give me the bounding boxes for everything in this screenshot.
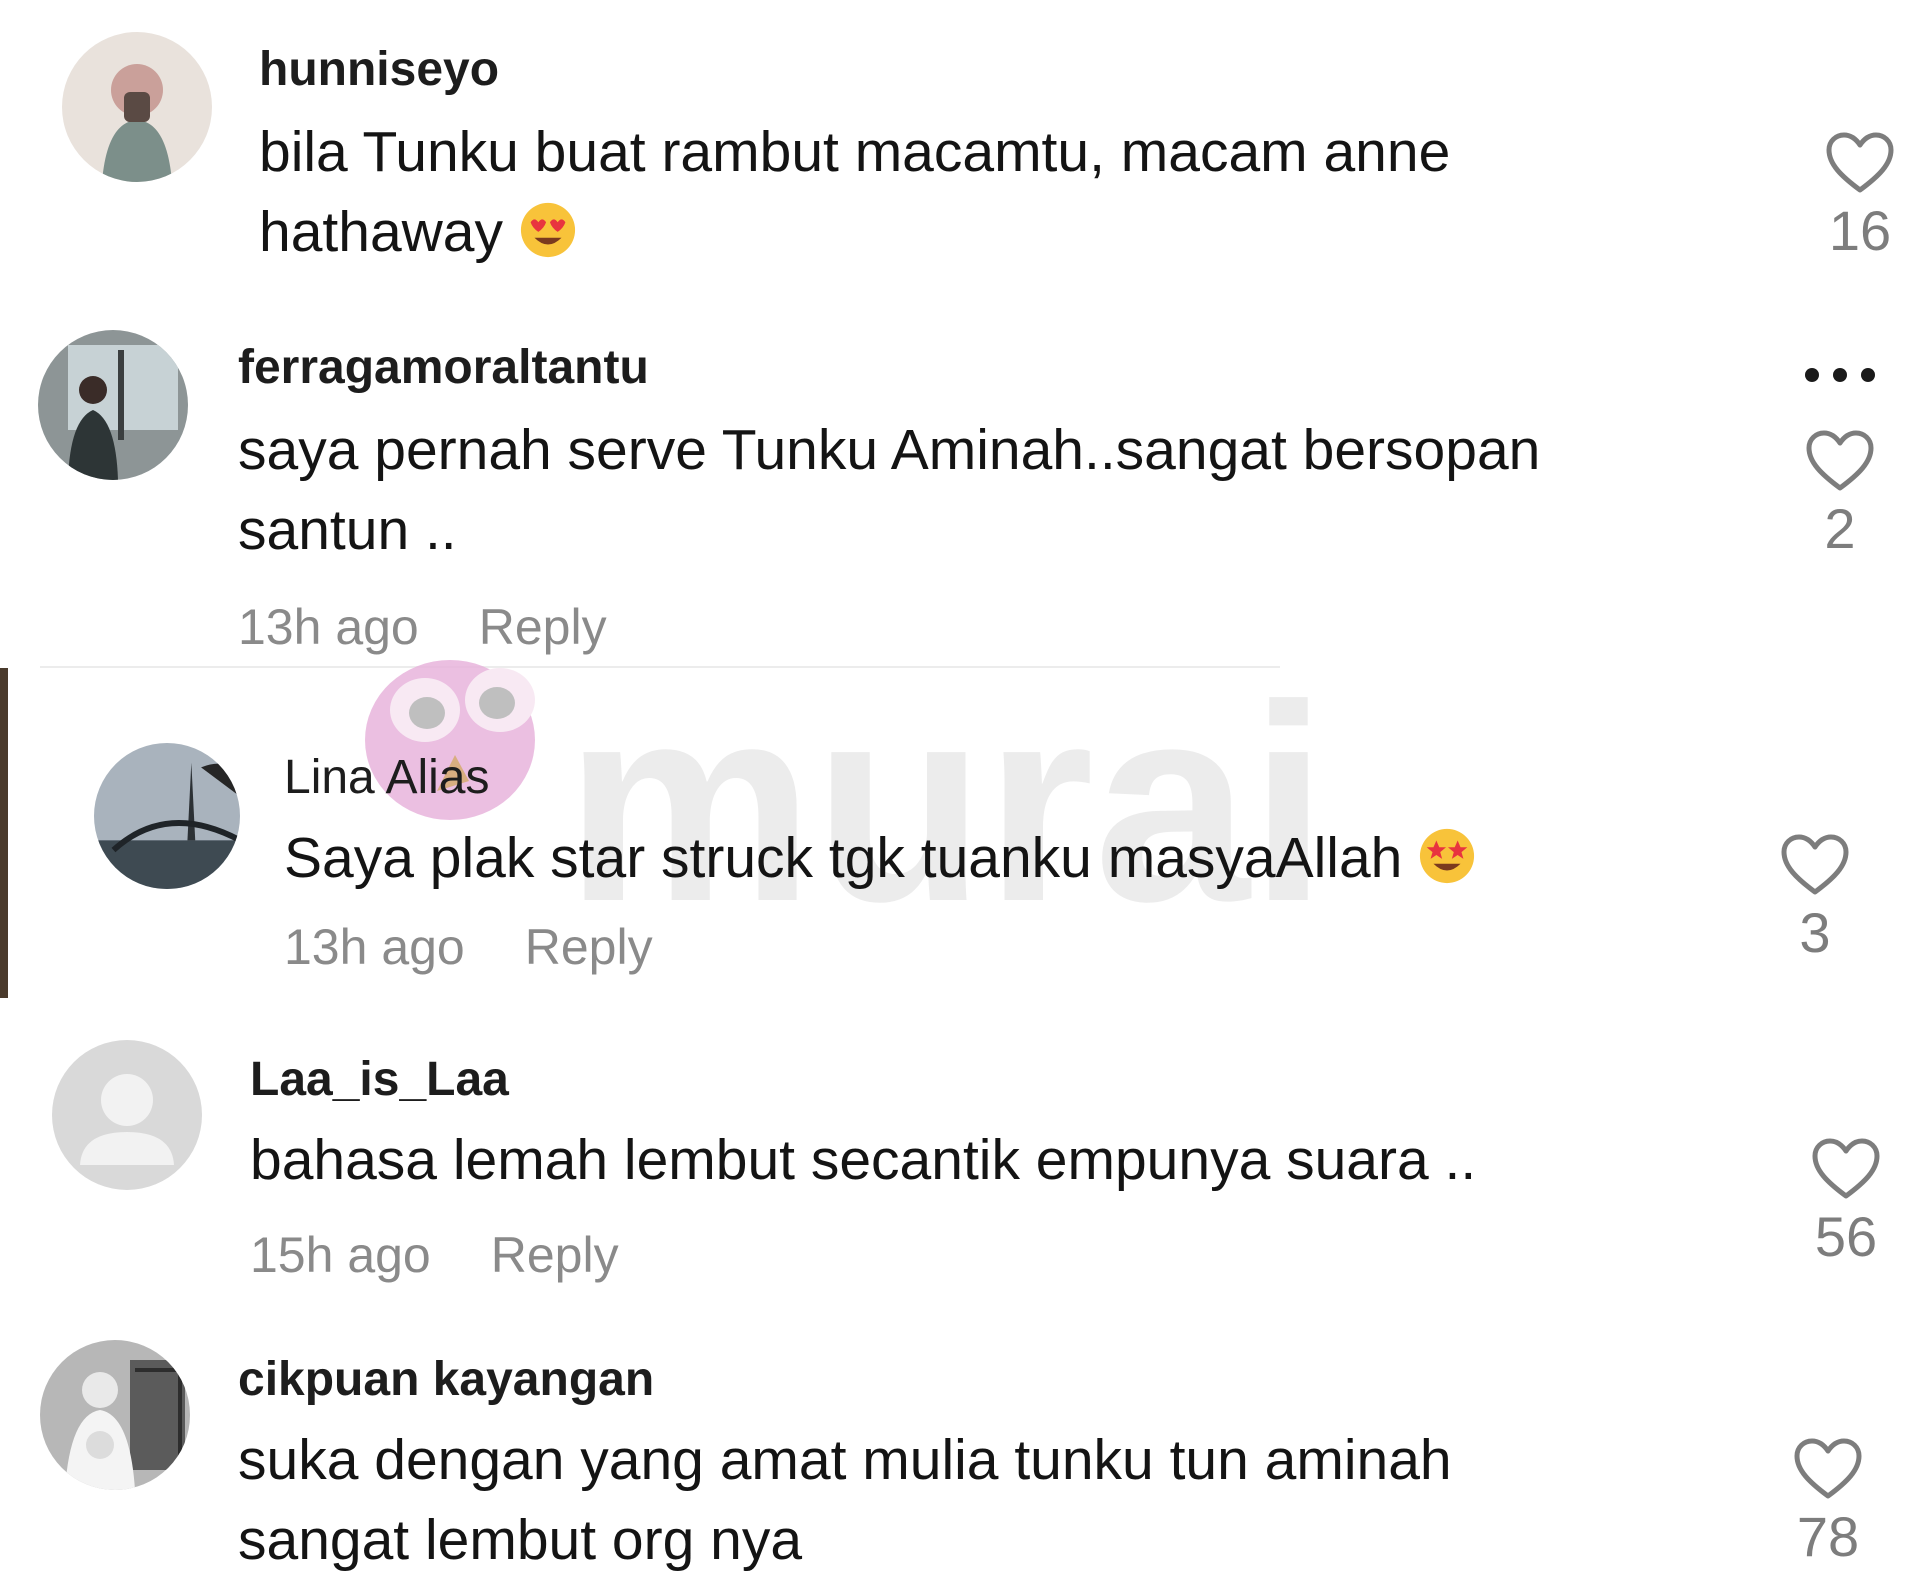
heart-icon	[1781, 834, 1849, 895]
comment-text-content: bila Tunku buat rambut macamtu, macam an…	[259, 120, 1451, 264]
reply-button[interactable]: Reply	[491, 1227, 619, 1283]
like-count: 78	[1796, 1505, 1860, 1568]
comment-text: bahasa lemah lembut secantik empunya sua…	[250, 1128, 1477, 1192]
avatar-image	[38, 330, 188, 480]
comment-username[interactable]: Lina Alias	[284, 750, 489, 805]
comment-timestamp: 13h ago	[284, 919, 465, 975]
star-struck-emoji	[1420, 828, 1475, 884]
comment-text: bila Tunku buat rambut macamtu, macam an…	[259, 112, 1619, 272]
avatar[interactable]	[52, 1040, 202, 1190]
avatar[interactable]	[94, 743, 240, 889]
heart-icon	[1806, 430, 1874, 491]
like-button[interactable]: 56	[1796, 1136, 1896, 1269]
default-avatar-icon	[52, 1040, 202, 1190]
more-options-icon[interactable]	[1800, 365, 1880, 385]
comment-username[interactable]: ferragamoraltantu	[238, 340, 649, 395]
comment-meta: 13h ago Reply	[284, 918, 653, 976]
like-count: 3	[1799, 901, 1831, 964]
watermark-text: murai	[565, 648, 1327, 945]
comment-text: Saya plak star struck tgk tuanku masyaAl…	[284, 818, 1664, 898]
thread-indicator-bar	[0, 668, 8, 998]
comment-username[interactable]: Laa_is_Laa	[250, 1052, 509, 1107]
comment-timestamp: 15h ago	[250, 1227, 431, 1283]
like-button[interactable]: 16	[1810, 130, 1910, 263]
heart-icon	[1794, 1438, 1862, 1499]
avatar-image	[94, 743, 240, 889]
avatar[interactable]	[62, 32, 212, 182]
comment-username[interactable]: hunniseyo	[259, 42, 499, 97]
comment-username[interactable]: cikpuan kayangan	[238, 1352, 654, 1407]
reply-button[interactable]: Reply	[479, 599, 607, 655]
comment-text: suka dengan yang amat mulia tunku tun am…	[238, 1428, 1452, 1572]
avatar[interactable]	[38, 330, 188, 480]
murai-watermark: murai	[365, 648, 1327, 945]
comment-meta: 15h ago Reply	[250, 1226, 619, 1284]
heart-icon	[1826, 132, 1894, 193]
avatar-image	[40, 1340, 190, 1490]
like-button[interactable]: 78	[1778, 1436, 1878, 1569]
heart-eyes-emoji	[520, 202, 575, 258]
avatar[interactable]	[40, 1340, 190, 1490]
reply-button[interactable]: Reply	[525, 919, 653, 975]
like-count: 2	[1824, 497, 1856, 560]
like-button[interactable]: 2	[1790, 428, 1890, 561]
heart-icon	[1812, 1138, 1880, 1199]
like-button[interactable]: 3	[1765, 832, 1865, 965]
comment-text: saya pernah serve Tunku Aminah..sangat b…	[238, 418, 1541, 562]
divider	[40, 666, 1280, 668]
comment-meta: 13h ago Reply	[238, 598, 607, 656]
comment-timestamp: 13h ago	[238, 599, 419, 655]
like-count: 56	[1814, 1205, 1878, 1268]
comment-text-content: Saya plak star struck tgk tuanku masyaAl…	[284, 826, 1403, 890]
like-count: 16	[1828, 199, 1892, 262]
avatar-image	[62, 32, 212, 182]
